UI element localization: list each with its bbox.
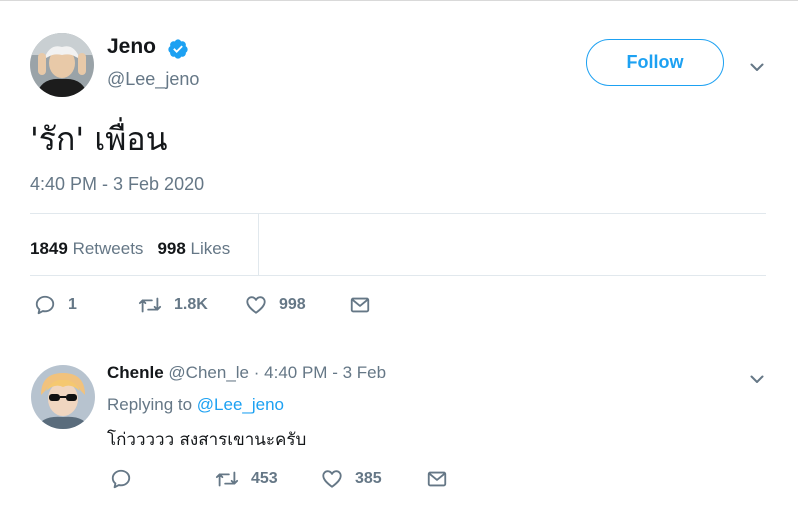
verified-badge-icon bbox=[167, 38, 189, 60]
like-count: 998 bbox=[279, 296, 306, 313]
reply-retweet-count: 453 bbox=[251, 470, 278, 487]
retweet-count: 1.8K bbox=[174, 296, 208, 313]
tweet-timestamp[interactable]: 4:40 PM - 3 Feb 2020 bbox=[30, 174, 204, 195]
retweets-count[interactable]: 1849 bbox=[30, 239, 68, 258]
retweet-icon bbox=[215, 468, 239, 490]
chevron-down-icon[interactable] bbox=[750, 59, 764, 71]
reply-text: โก่ววววว สงสารเขานะครับ bbox=[107, 430, 307, 450]
retweet-icon bbox=[138, 294, 162, 316]
chevron-down-icon[interactable] bbox=[750, 371, 764, 383]
reply-author-avatar[interactable] bbox=[31, 365, 95, 429]
author-display-name[interactable]: Jeno bbox=[107, 35, 156, 59]
retweets-label[interactable]: Retweets bbox=[73, 239, 144, 258]
replying-to-handle-link[interactable]: @Lee_jeno bbox=[197, 395, 284, 414]
reply-like-count: 385 bbox=[355, 470, 382, 487]
reply-author-handle[interactable]: @Chen_le bbox=[168, 363, 249, 382]
tweet-stats: 1849 Retweets 998 Likes bbox=[30, 239, 230, 259]
direct-message-action[interactable] bbox=[349, 294, 371, 316]
message-icon bbox=[426, 468, 448, 490]
heart-icon bbox=[245, 294, 267, 316]
divider bbox=[30, 213, 766, 214]
message-icon bbox=[349, 294, 371, 316]
reply-retweet-action[interactable]: 453 bbox=[215, 468, 278, 490]
divider bbox=[30, 275, 766, 276]
reply-like-action[interactable]: 385 bbox=[321, 468, 382, 490]
tweet-text: 'รัก' เพื่อน bbox=[30, 120, 168, 158]
replying-to: Replying to @Lee_jeno bbox=[107, 395, 284, 415]
retweet-action[interactable]: 1.8K bbox=[138, 294, 208, 316]
reply-count: 1 bbox=[68, 296, 77, 313]
reply-reply-action[interactable] bbox=[110, 468, 132, 490]
reply-icon bbox=[110, 468, 132, 490]
likes-label[interactable]: Likes bbox=[191, 239, 231, 258]
reply-icon bbox=[34, 294, 56, 316]
reply-time[interactable]: 4:40 PM - 3 Feb bbox=[264, 363, 386, 382]
reply-author-display-name[interactable]: Chenle bbox=[107, 363, 164, 382]
reply-header: Chenle @Chen_le · 4:40 PM - 3 Feb bbox=[107, 363, 386, 383]
reply-separator: · bbox=[253, 363, 260, 382]
follow-button[interactable]: Follow bbox=[586, 39, 724, 86]
author-avatar[interactable] bbox=[30, 33, 94, 97]
author-handle[interactable]: @Lee_jeno bbox=[107, 69, 199, 90]
stats-divider bbox=[258, 214, 259, 275]
reply-direct-message-action[interactable] bbox=[426, 468, 448, 490]
top-border bbox=[0, 0, 798, 1]
replying-to-label: Replying to bbox=[107, 395, 193, 414]
heart-icon bbox=[321, 468, 343, 490]
like-action[interactable]: 998 bbox=[245, 294, 306, 316]
reply-action[interactable]: 1 bbox=[34, 294, 77, 316]
likes-count[interactable]: 998 bbox=[157, 239, 185, 258]
